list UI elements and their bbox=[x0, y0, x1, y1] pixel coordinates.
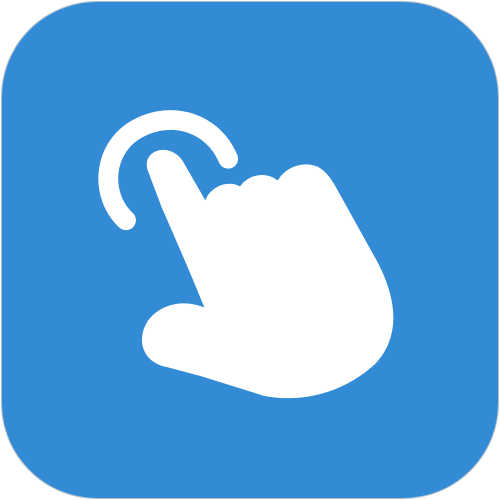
app-icon-tile[interactable] bbox=[1, 1, 499, 499]
tap-gesture-icon bbox=[2, 2, 498, 498]
app-icon[interactable] bbox=[0, 0, 500, 500]
